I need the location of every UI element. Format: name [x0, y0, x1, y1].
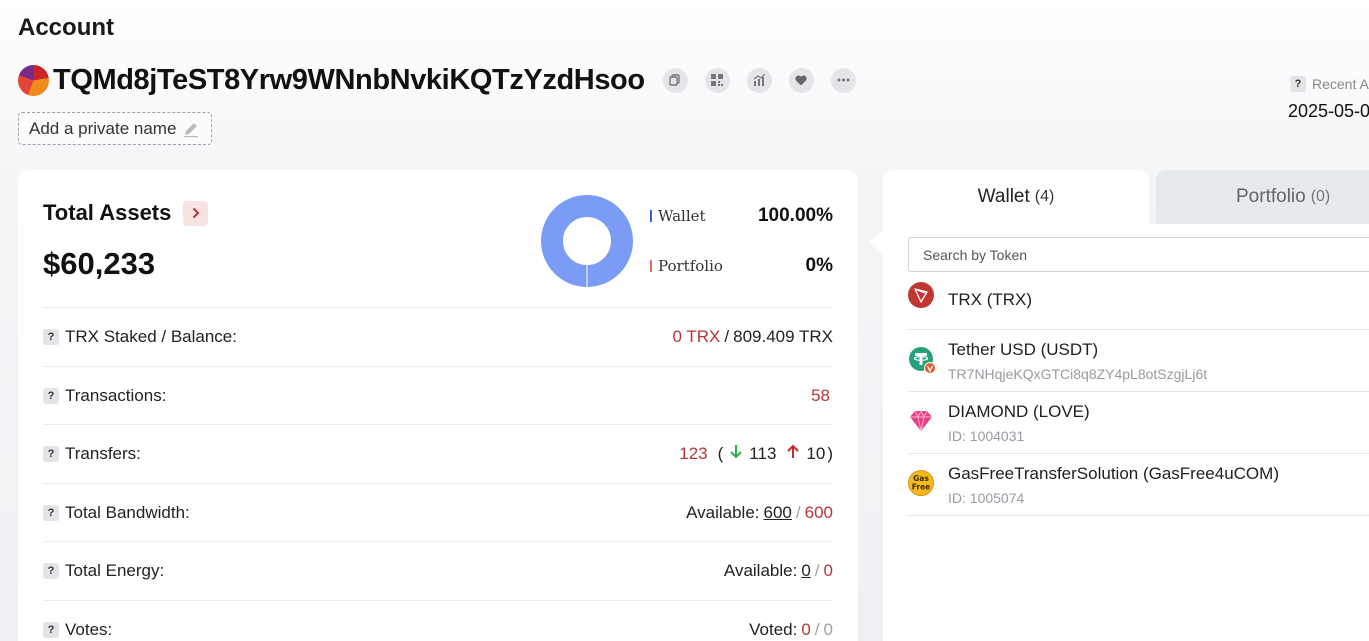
bandwidth-available[interactable]: 600	[764, 503, 792, 523]
bandwidth-label: Total Bandwidth:	[65, 502, 190, 522]
token-item-gasfree[interactable]: Gas Free GasFreeTransferSolution (GasFre…	[908, 454, 1369, 516]
row-votes: ? Votes: Voted: 0 / 0	[43, 600, 833, 641]
pencil-icon	[182, 120, 200, 138]
tab-portfolio-count: (0)	[1310, 188, 1331, 205]
arrow-up-icon	[786, 444, 800, 464]
token-item-diamond[interactable]: DIAMOND (LOVE) ID: 1004031	[908, 392, 1369, 454]
legend-portfolio-swatch	[650, 260, 652, 272]
token-name: TRX (TRX)	[948, 290, 1033, 309]
energy-prefix: Available:	[723, 560, 798, 580]
legend-wallet-pct: 100.00%	[757, 205, 833, 226]
bandwidth-separator: /	[795, 502, 801, 522]
copy-icon[interactable]	[662, 67, 688, 93]
token-id: ID: 1005074	[948, 490, 1025, 506]
total-assets-value: $60,233	[43, 246, 156, 281]
tab-wallet-count: (4)	[1034, 188, 1055, 205]
transfers-out: 10	[806, 443, 826, 463]
page-title: Account	[18, 14, 114, 41]
chart-icon[interactable]	[746, 67, 772, 93]
token-item-trx[interactable]: TRX (TRX)	[908, 268, 1369, 330]
help-icon[interactable]: ?	[1290, 76, 1306, 92]
chevron-right-icon[interactable]	[183, 200, 209, 226]
diamond-icon	[910, 409, 932, 432]
transfers-label: Transfers:	[65, 443, 141, 463]
votes-separator: /	[814, 619, 820, 639]
assets-donut-chart	[541, 195, 633, 287]
total-assets-card: Total Assets $60,233 Wallet 100.00% Port…	[18, 170, 858, 641]
bandwidth-prefix: Available:	[686, 502, 760, 522]
help-icon[interactable]: ?	[43, 445, 59, 462]
row-trx-staked: ? TRX Staked / Balance: 0 TRX / 809.409 T…	[43, 307, 833, 365]
votes-label: Votes:	[65, 619, 113, 639]
assets-header: Total Assets	[43, 200, 209, 226]
votes-total: 0	[823, 619, 833, 639]
transfers-total[interactable]: 123	[679, 444, 707, 464]
recent-label: Recent A	[1312, 76, 1369, 92]
energy-total: 0	[823, 560, 833, 580]
help-icon[interactable]: ?	[43, 328, 59, 345]
total-assets-title: Total Assets	[43, 200, 172, 225]
tab-wallet[interactable]: Wallet (4)	[883, 170, 1149, 224]
legend-wallet-label: Wallet	[658, 207, 706, 225]
token-item-usdt[interactable]: Tether USD (USDT) TR7NHqjeKQxGTCi8q8ZY4p…	[908, 330, 1369, 392]
energy-available[interactable]: 0	[801, 561, 810, 581]
tab-portfolio-label: Portfolio	[1236, 186, 1306, 207]
help-icon[interactable]: ?	[43, 387, 59, 404]
transactions-value[interactable]: 58	[811, 386, 830, 406]
address-row: TQMd8jTeST8Yrw9WNnbNvkiKQTzYzdHsoo	[18, 62, 873, 98]
legend-portfolio-pct: 0%	[805, 255, 833, 276]
panel-notch	[869, 230, 883, 254]
token-search-input[interactable]	[908, 237, 1369, 272]
transactions-label: Transactions:	[65, 385, 167, 405]
legend-portfolio: Portfolio	[650, 257, 723, 275]
row-transactions: ? Transactions: 58	[43, 366, 833, 424]
staked-value[interactable]: 0 TRX	[673, 327, 721, 347]
staked-label: TRX Staked / Balance:	[65, 326, 237, 346]
qr-code-icon[interactable]	[704, 67, 730, 93]
transfers-open-paren: (	[717, 443, 724, 463]
legend-portfolio-label: Portfolio	[658, 257, 723, 275]
more-icon[interactable]	[830, 67, 856, 93]
energy-label: Total Energy:	[65, 560, 165, 580]
add-private-name-button[interactable]: Add a private name	[18, 112, 212, 145]
help-icon[interactable]: ?	[43, 621, 59, 638]
help-icon[interactable]: ?	[43, 504, 59, 521]
votes-prefix: Voted:	[749, 619, 798, 639]
tab-wallet-label: Wallet	[977, 186, 1030, 207]
trx-icon	[908, 282, 934, 308]
recent-date: 2025-05-0	[1288, 101, 1369, 121]
row-transfers: ? Transfers: 123 ( 113 10 )	[43, 424, 833, 482]
energy-separator: /	[814, 560, 820, 580]
transfers-close-paren: )	[827, 443, 833, 463]
avatar	[18, 64, 49, 96]
token-name: Tether USD (USDT)	[948, 340, 1099, 359]
balance-value: 809.409 TRX	[733, 326, 833, 346]
help-icon[interactable]: ?	[43, 562, 59, 579]
row-total-bandwidth: ? Total Bandwidth: Available: 600 / 600	[43, 483, 833, 541]
token-id: ID: 1004031	[948, 428, 1025, 444]
bandwidth-total: 600	[804, 502, 833, 522]
heart-icon[interactable]	[788, 67, 814, 93]
legend-wallet: Wallet	[650, 207, 706, 225]
tab-portfolio[interactable]: Portfolio (0)	[1156, 170, 1369, 224]
staked-separator: /	[724, 326, 730, 346]
transfers-in: 113	[749, 443, 777, 463]
recent-activity: ? Recent A	[1290, 76, 1369, 92]
row-total-energy: ? Total Energy: Available: 0 / 0	[43, 541, 833, 599]
legend-wallet-swatch	[650, 210, 652, 222]
token-name: GasFreeTransferSolution (GasFree4uCOM)	[948, 464, 1279, 483]
usdt-icon	[909, 347, 936, 374]
gasfree-icon-text-2: Free	[912, 483, 931, 492]
votes-voted[interactable]: 0	[801, 620, 810, 640]
arrow-down-icon	[729, 444, 743, 464]
token-name: DIAMOND (LOVE)	[948, 402, 1090, 421]
token-list-panel: TRX (TRX) Tether USD (USDT) TR7NHqjeKQxG…	[883, 224, 1369, 641]
gasfree-icon: Gas Free	[908, 470, 934, 496]
account-address: TQMd8jTeST8Yrw9WNnbNvkiKQTzYzdHsoo	[53, 63, 645, 96]
private-name-label: Add a private name	[29, 118, 177, 138]
token-contract: TR7NHqjeKQxGTCi8q8ZY4pL8otSzgjLj6t	[948, 366, 1208, 382]
